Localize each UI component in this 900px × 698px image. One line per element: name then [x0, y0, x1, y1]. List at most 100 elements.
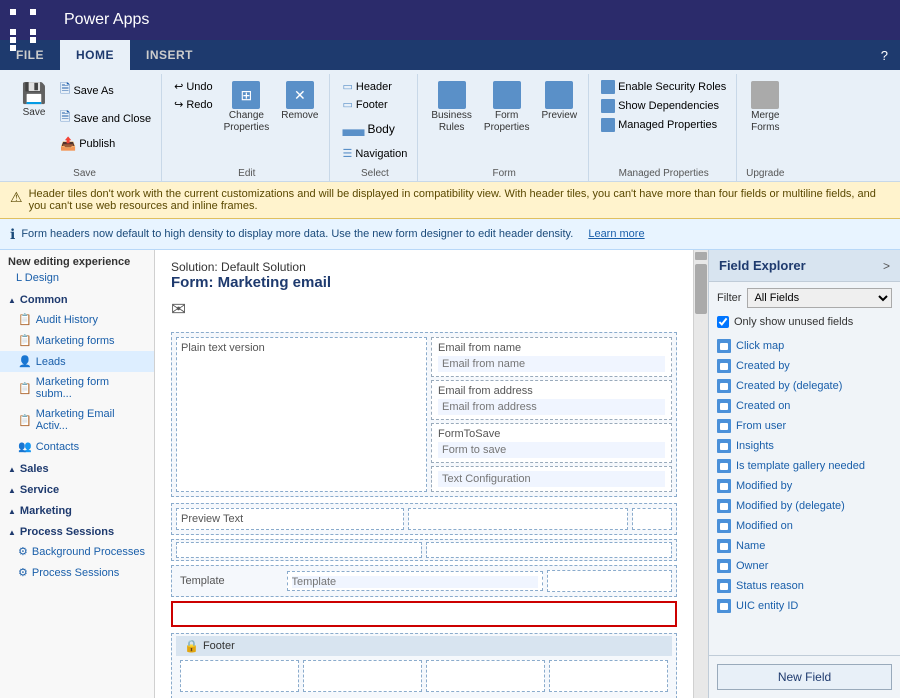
show-dependencies-button[interactable]: Show Dependencies — [597, 97, 723, 115]
save-close-button[interactable]: 🗎 Save and Close — [56, 106, 155, 132]
help-button[interactable]: ? — [869, 40, 900, 70]
sidebar-item-mkt-email-activ[interactable]: 📋 Marketing Email Activ... — [0, 404, 154, 436]
info-icon: ℹ — [10, 226, 15, 243]
redo-button[interactable]: ↪ Redo — [170, 96, 217, 113]
sidebar-item-mkt-form-subm[interactable]: 📋 Marketing form subm... — [0, 372, 154, 404]
info-text: Form headers now default to high density… — [21, 228, 573, 240]
fe-item-click-map[interactable]: Click map — [709, 336, 900, 356]
form-scrollbar[interactable] — [694, 250, 708, 698]
form-name: Form: Marketing email — [171, 274, 677, 291]
preview-icon — [545, 81, 573, 109]
unused-fields-checkbox[interactable] — [717, 316, 729, 328]
fe-item-modified-by[interactable]: Modified by — [709, 476, 900, 496]
save-as-button[interactable]: 🗎 Save As — [56, 78, 155, 104]
footer-button[interactable]: ▭ Footer — [338, 96, 391, 113]
undo-button[interactable]: ↩ Undo — [170, 78, 217, 95]
business-rules-icon — [438, 81, 466, 109]
sidebar-item-process-sessions[interactable]: ⚙ Process Sessions — [0, 562, 154, 583]
app-title: Power Apps — [64, 11, 149, 29]
warning-text: Header tiles don't work with the current… — [29, 188, 890, 212]
header-button[interactable]: ▭ Header — [338, 78, 395, 95]
dependencies-icon — [601, 99, 615, 113]
ribbon: 💾 Save 🗎 Save As 🗎 Save and Close 📤 Publ… — [0, 70, 900, 182]
email-from-name-field: Email from name — [431, 337, 672, 377]
sidebar-section-process[interactable]: Process Sessions — [0, 520, 154, 541]
sidebar-item-marketing-forms[interactable]: 📋 Marketing forms — [0, 330, 154, 351]
fe-item-modified-on[interactable]: Modified on — [709, 516, 900, 536]
fe-item-template-gallery[interactable]: Is template gallery needed — [709, 456, 900, 476]
text-config-input[interactable] — [438, 471, 665, 487]
fe-item-icon — [717, 559, 731, 573]
tab-file[interactable]: FILE — [0, 40, 60, 70]
saveas-icon: 🗎 — [60, 80, 70, 102]
tab-home[interactable]: HOME — [60, 40, 130, 70]
sidebar-item-audit-history[interactable]: 📋 Audit History — [0, 309, 154, 330]
ribbon-group-managed: Enable Security Roles Show Dependencies … — [591, 74, 737, 181]
fe-item-created-on[interactable]: Created on — [709, 396, 900, 416]
header-icon: ▭ — [342, 80, 352, 93]
learn-more-link[interactable]: Learn more — [588, 228, 644, 240]
field-explorer-expand[interactable]: > — [883, 259, 890, 273]
fe-item-name[interactable]: Name — [709, 536, 900, 556]
fe-item-created-by-delegate[interactable]: Created by (delegate) — [709, 376, 900, 396]
sidebar-section-common[interactable]: Common — [0, 288, 154, 309]
new-field-button[interactable]: New Field — [717, 664, 892, 690]
enable-security-roles-button[interactable]: Enable Security Roles — [597, 78, 730, 96]
navigation-button[interactable]: ☰ Navigation — [338, 145, 411, 162]
footer-section-header: 🔒 Footer — [176, 636, 672, 656]
sidebar-item-leads[interactable]: 👤 Leads — [0, 351, 154, 372]
preview-button[interactable]: Preview — [536, 78, 582, 125]
template-input[interactable] — [292, 576, 538, 588]
fe-item-from-user[interactable]: From user — [709, 416, 900, 436]
ribbon-group-upgrade: MergeForms Upgrade — [739, 74, 791, 181]
fe-item-owner[interactable]: Owner — [709, 556, 900, 576]
fe-item-insights[interactable]: Insights — [709, 436, 900, 456]
field-explorer-filter-row: Filter All Fields Unused Fields Required… — [709, 282, 900, 314]
field-explorer-footer: New Field — [709, 655, 900, 698]
sidebar-section-service[interactable]: Service — [0, 478, 154, 499]
ribbon-group-edit: ↩ Undo ↪ Redo ⊞ ChangeProperties ✕ Remov… — [164, 74, 330, 181]
business-rules-button[interactable]: BusinessRules — [426, 78, 477, 137]
preview-text-label: Preview Text — [181, 513, 399, 525]
mktform-icon: 📋 — [18, 334, 32, 347]
fe-item-modified-by-delegate[interactable]: Modified by (delegate) — [709, 496, 900, 516]
unused-fields-row: Only show unused fields — [709, 314, 900, 334]
remove-icon: ✕ — [286, 81, 314, 109]
remove-button[interactable]: ✕ Remove — [276, 78, 323, 125]
managed-properties-button[interactable]: Managed Properties — [597, 116, 721, 134]
publish-button[interactable]: 📤 Publish — [56, 134, 155, 154]
fe-item-created-by[interactable]: Created by — [709, 356, 900, 376]
selected-field-row[interactable] — [171, 601, 677, 627]
template-label: Template — [180, 575, 225, 587]
filter-select[interactable]: All Fields Unused Fields Required Fields — [747, 288, 892, 308]
ribbon-group-select: ▭ Header ▭ Footer ▬ Body ☰ Navigation Se… — [332, 74, 418, 181]
body-button[interactable]: ▬ Body — [338, 114, 398, 144]
body-icon: ▬ — [342, 116, 364, 142]
fe-item-uic-entity-id[interactable]: UIC entity ID — [709, 596, 900, 616]
sidebar-section-sales[interactable]: Sales — [0, 457, 154, 478]
mktemail-icon: 📋 — [18, 414, 32, 427]
sidebar-section-marketing[interactable]: Marketing — [0, 499, 154, 520]
sidebar-item-contacts[interactable]: 👥 Contacts — [0, 436, 154, 457]
change-properties-button[interactable]: ⊞ ChangeProperties — [219, 78, 275, 137]
footer-lock-icon: 🔒 — [184, 639, 199, 653]
form-properties-button[interactable]: FormProperties — [479, 78, 535, 137]
fe-item-status-reason[interactable]: Status reason — [709, 576, 900, 596]
form-header: Solution: Default Solution Form: Marketi… — [155, 250, 693, 297]
merge-forms-button[interactable]: MergeForms — [745, 78, 785, 137]
email-from-name-input[interactable] — [438, 356, 665, 372]
fe-item-icon — [717, 599, 731, 613]
solution-label: Solution: Default Solution — [171, 260, 677, 274]
form-to-save-input[interactable] — [438, 442, 665, 458]
bgproc-icon: ⚙ — [18, 545, 28, 558]
email-from-address-input[interactable] — [438, 399, 665, 415]
tab-insert[interactable]: INSERT — [130, 40, 209, 70]
sidebar-item-bg-processes[interactable]: ⚙ Background Processes — [0, 541, 154, 562]
new-editing-label: New editing experience — [0, 250, 154, 270]
save-button[interactable]: 💾 Save — [14, 78, 54, 122]
fe-item-icon — [717, 499, 731, 513]
saveclose-icon: 🗎 — [60, 108, 70, 130]
change-properties-icon: ⊞ — [232, 81, 260, 109]
warning-notification: ⚠ Header tiles don't work with the curre… — [0, 182, 900, 219]
design-link[interactable]: L Design — [0, 270, 154, 288]
